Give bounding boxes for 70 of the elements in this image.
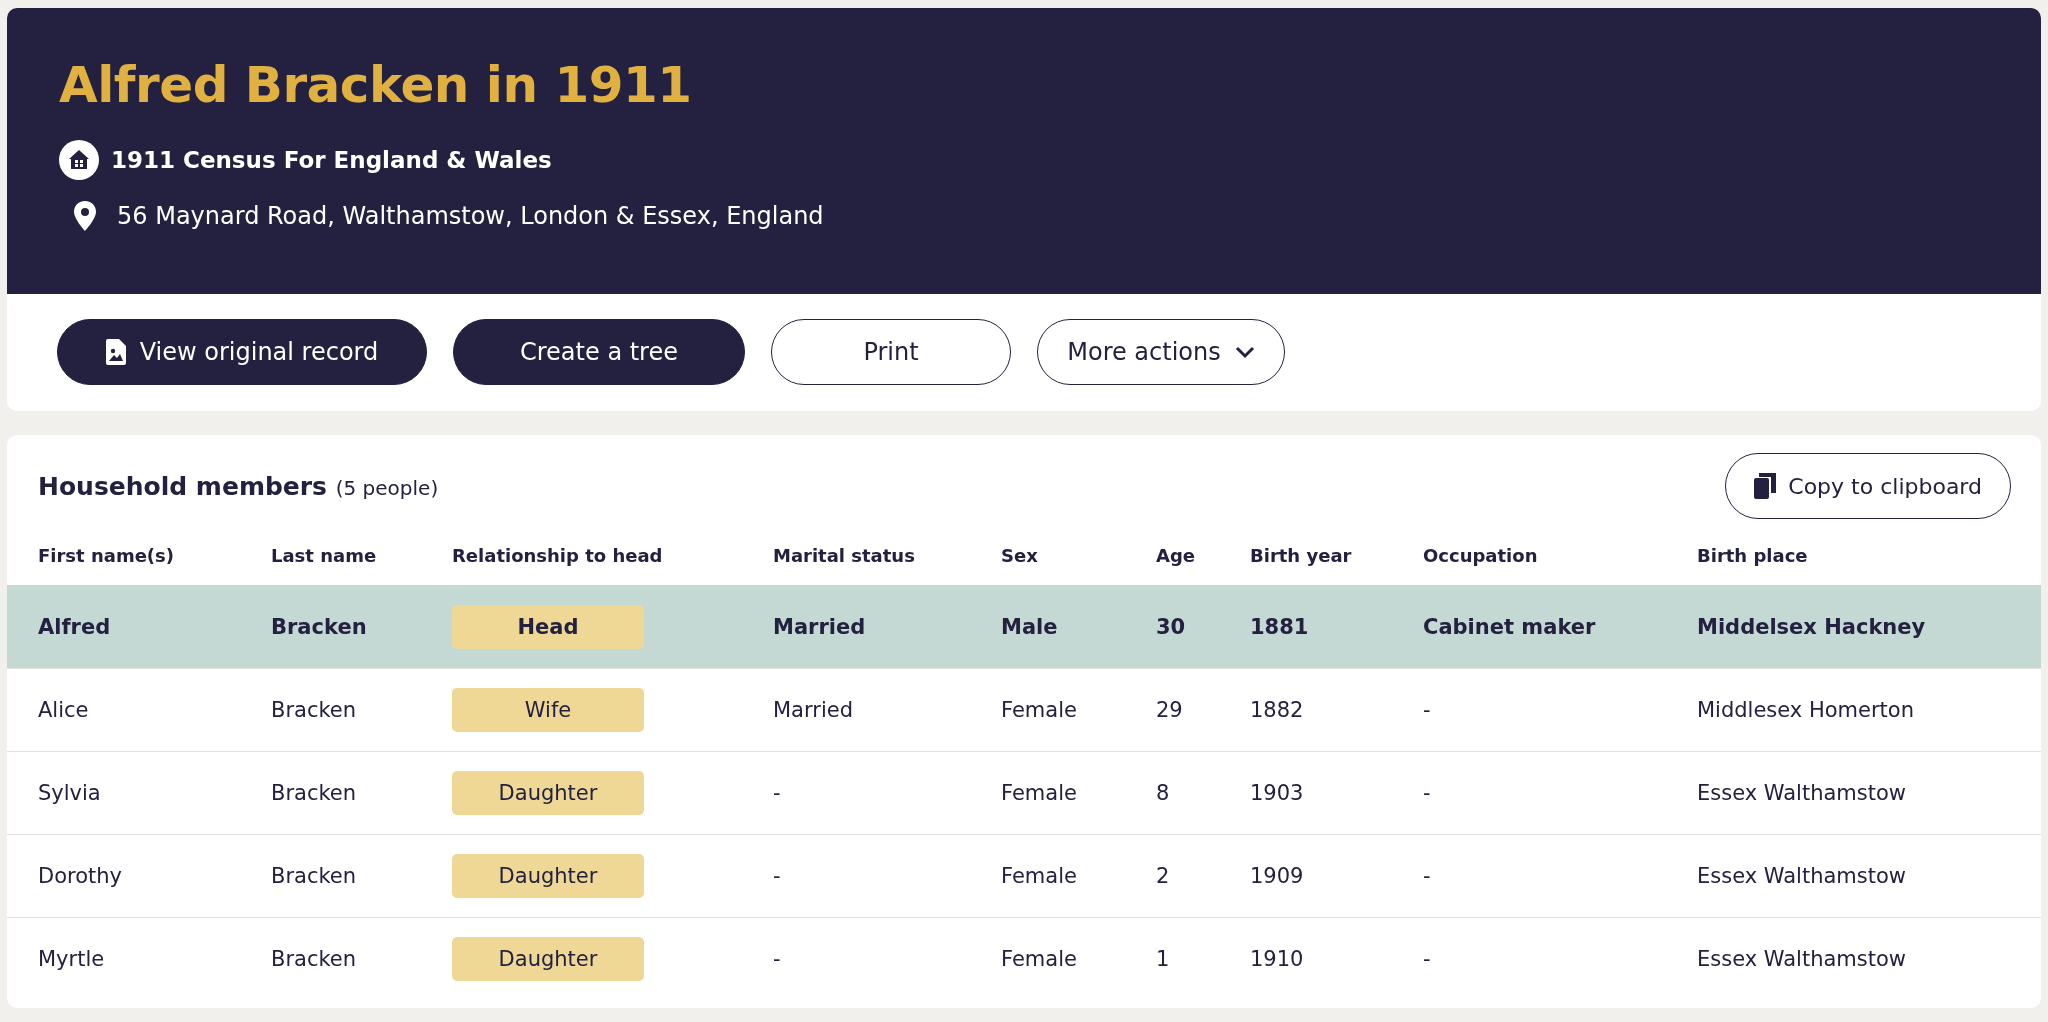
birth-place-cell-text: Essex Walthamstow	[1697, 947, 1907, 971]
age-cell-text: 2	[1156, 864, 1171, 888]
birth-year-cell-text: 1881	[1250, 615, 1310, 639]
sex-cell-text: Female	[1001, 864, 1078, 888]
household-title: Household members (5 people)	[38, 471, 439, 501]
birth-place-cell-text: Essex Walthamstow	[1697, 781, 1907, 805]
print-button[interactable]: Print	[771, 319, 1011, 385]
first-name-cell-text: Sylvia	[38, 781, 102, 805]
last-name-cell-text: Bracken	[271, 781, 358, 805]
age-cell-text: 8	[1156, 781, 1171, 805]
relationship-badge: Wife	[452, 688, 644, 732]
column-header: Relationship to head	[452, 544, 664, 566]
birth-place-cell-text: Essex Walthamstow	[1697, 864, 1907, 888]
age-cell-text: 1	[1156, 947, 1171, 971]
birth-year-cell-text: 1910	[1250, 947, 1305, 971]
household-row[interactable]: Myrtle Bracken Daughter - Female 1 1910 - Essex Walthamstow	[7, 917, 2041, 1000]
column-header: Birth place	[1697, 544, 1809, 566]
view-record-button[interactable]: View original record	[57, 319, 427, 385]
marital-status-cell-text: -	[773, 864, 782, 888]
more-actions-button[interactable]: More actions	[1037, 319, 1285, 385]
copy-clipboard-button[interactable]: Copy to clipboard	[1725, 453, 2011, 519]
column-header: Birth year	[1250, 544, 1353, 566]
first-name-cell-text: Myrtle	[38, 947, 106, 971]
first-name-cell-text: Dorothy	[38, 864, 123, 888]
age-cell-text: 30	[1156, 615, 1187, 639]
birth-year-cell-text: 1909	[1250, 864, 1305, 888]
column-header: Marital status	[773, 544, 916, 566]
occupation-cell-text: -	[1423, 781, 1432, 805]
age-cell-text: 29	[1156, 698, 1184, 722]
first-name-cell-text: Alfred	[38, 615, 112, 639]
marital-status-cell-text: Married	[773, 615, 867, 639]
column-header: Sex	[1001, 544, 1039, 566]
column-header: First name(s)	[38, 544, 176, 566]
column-header: Last name	[271, 544, 378, 566]
column-header: Age	[1156, 544, 1197, 566]
sex-cell-text: Female	[1001, 698, 1078, 722]
create-tree-button[interactable]: Create a tree	[453, 319, 745, 385]
occupation-cell-text: -	[1423, 947, 1432, 971]
sex-cell-text: Female	[1001, 781, 1078, 805]
last-name-cell-text: Bracken	[271, 947, 358, 971]
house-icon	[59, 140, 99, 180]
marital-status-cell-text: Married	[773, 698, 854, 722]
document-image-icon	[105, 339, 126, 365]
occupation-cell-text: Cabinet maker	[1423, 615, 1597, 639]
first-name-cell-text: Alice	[38, 698, 90, 722]
column-header: Occupation	[1423, 544, 1539, 566]
address-text: 56 Maynard Road, Walthamstow, London & Essex, England	[117, 202, 824, 230]
birth-place-cell-text: Middlesex Homerton	[1697, 698, 1915, 722]
birth-year-cell-text: 1903	[1250, 781, 1305, 805]
relationship-badge: Head	[452, 605, 644, 649]
copy-icon	[1754, 473, 1777, 499]
relationship-badge: Daughter	[452, 854, 644, 898]
record-title: Alfred Bracken in 1911	[59, 56, 693, 114]
relationship-badge: Daughter	[452, 937, 644, 981]
household-row[interactable]: Alfred Bracken Head Married Male 30 1881 Cabinet maker Middelsex Hackney	[7, 585, 2041, 668]
marital-status-cell-text: -	[773, 947, 782, 971]
occupation-cell-text: -	[1423, 698, 1432, 722]
chevron-down-icon	[1234, 345, 1255, 359]
last-name-cell-text: Bracken	[271, 698, 358, 722]
last-name-cell-text: Bracken	[271, 615, 368, 639]
birth-year-cell-text: 1882	[1250, 698, 1305, 722]
last-name-cell-text: Bracken	[271, 864, 358, 888]
birth-place-cell-text: Middelsex Hackney	[1697, 615, 1927, 639]
sex-cell-text: Male	[1001, 615, 1059, 639]
occupation-cell-text: -	[1423, 864, 1432, 888]
marital-status-cell-text: -	[773, 781, 782, 805]
relationship-badge: Daughter	[452, 771, 644, 815]
collection-name: 1911 Census For England & Wales	[111, 147, 552, 173]
location-pin-icon	[73, 201, 97, 231]
sex-cell-text: Female	[1001, 947, 1078, 971]
